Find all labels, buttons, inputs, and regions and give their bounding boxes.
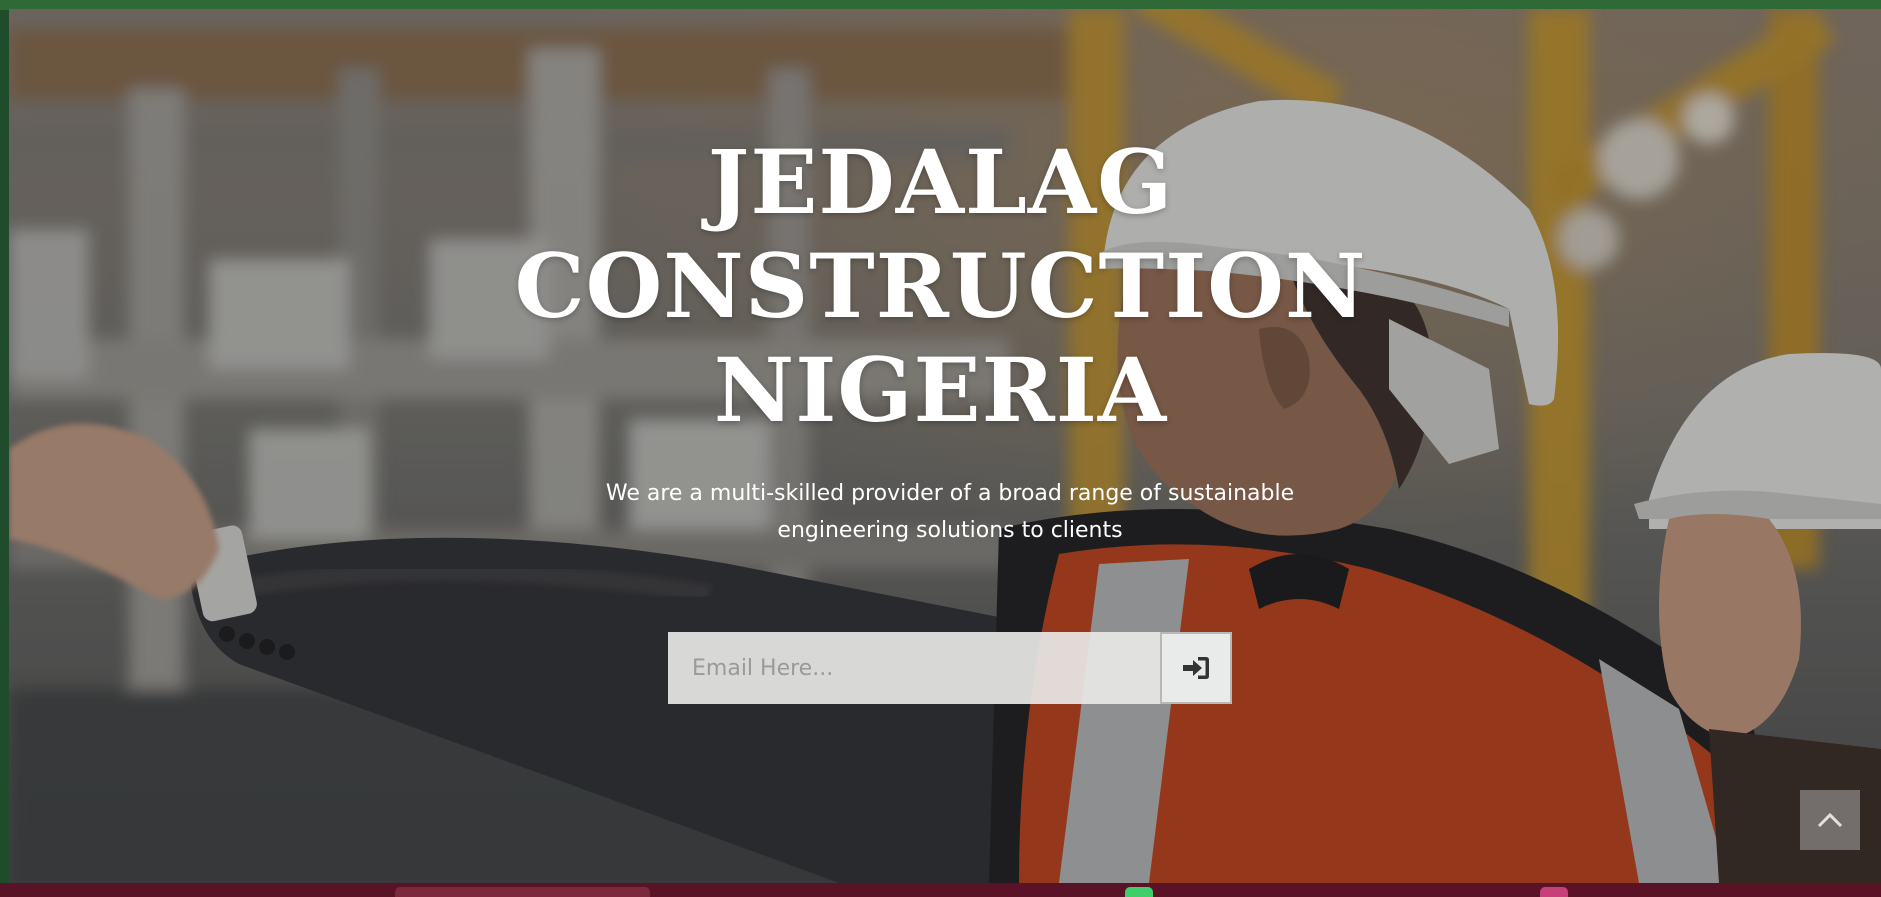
hero-title: JEDALAG CONSTRUCTION NIGERIA	[0, 130, 1881, 442]
bottom-window-strip	[0, 883, 1881, 897]
hero-tagline-line-2: engineering solutions to clients	[777, 518, 1123, 543]
chevron-up-icon	[1817, 812, 1843, 828]
back-to-top-button[interactable]	[1800, 790, 1860, 850]
page: JEDALAG CONSTRUCTION NIGERIA We are a mu…	[0, 0, 1881, 897]
hero-tagline: We are a multi-skilled provider of a bro…	[560, 475, 1340, 549]
taskbar-tab	[395, 887, 650, 897]
email-input[interactable]	[668, 632, 1160, 704]
hero-title-line-2: CONSTRUCTION	[514, 234, 1367, 338]
taskbar-indicator-pink	[1540, 887, 1568, 897]
newsletter-form	[668, 632, 1232, 704]
subscribe-button[interactable]	[1160, 632, 1232, 704]
hero-tagline-line-1: We are a multi-skilled provider of a bro…	[605, 481, 1295, 506]
hero-title-line-1: JEDALAG	[707, 130, 1174, 234]
sign-in-icon	[1183, 657, 1209, 679]
taskbar-indicator-green	[1125, 887, 1153, 897]
hero-title-line-3: NIGERIA	[713, 338, 1168, 442]
